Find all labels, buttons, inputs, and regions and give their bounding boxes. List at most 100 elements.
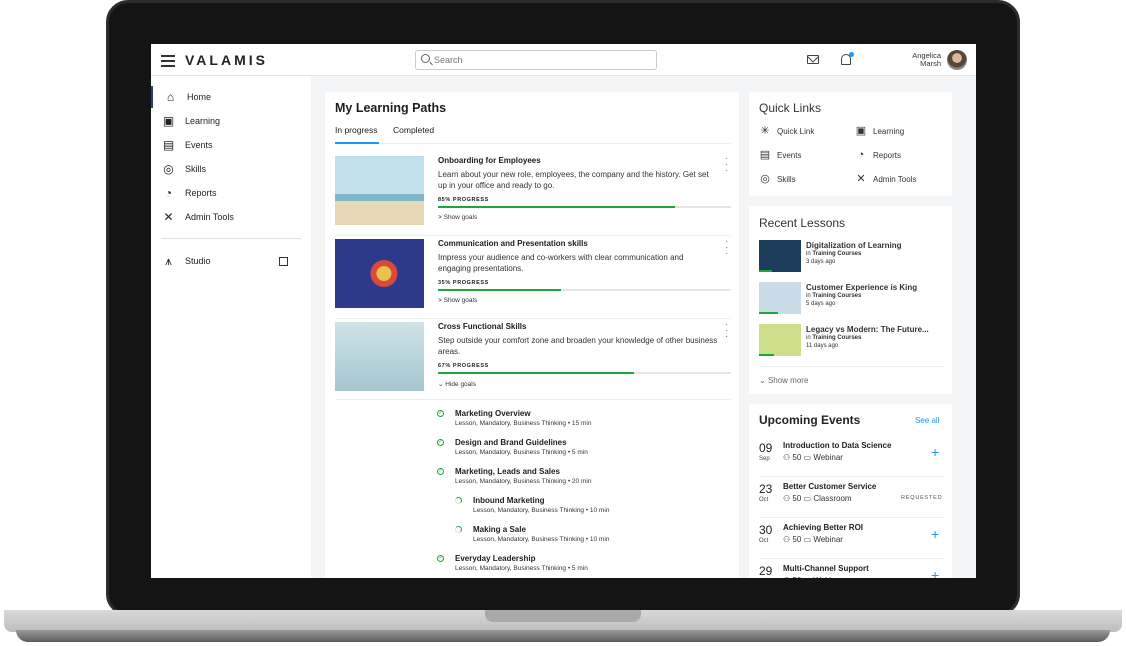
target-icon: ◎ [760,173,770,185]
mail-icon[interactable] [807,55,819,64]
sidebar-item-admin-tools[interactable]: ✕ Admin Tools [151,206,311,228]
learning-path-item[interactable]: Onboarding for Employees Learn about your… [335,154,731,234]
goal-title[interactable]: Design and Brand Guidelines [455,438,567,447]
search-icon [421,54,430,63]
sidebar-item-label: Events [185,140,213,150]
sidebar-item-studio[interactable]: ⩚ Studio [151,250,311,272]
tab-completed[interactable]: Completed [393,125,434,135]
lesson-progress [759,354,774,356]
goal-title[interactable]: Marketing, Leads and Sales [455,467,560,476]
divider [335,318,731,319]
lesson-progress [759,270,772,272]
goals-toggle[interactable]: ⌄ Hide goals [438,380,476,388]
recent-lesson-item[interactable]: Digitalization of Learning in Training Co… [759,240,944,274]
event-item[interactable]: 30 Oct Achieving Better ROI ⚇ 50 ▭ Webinar + [759,523,945,563]
add-event-button[interactable]: + [931,567,939,578]
lesson-course-prefix: in [806,335,811,341]
learning-path-thumbnail[interactable] [335,239,424,308]
goal-title[interactable]: Everyday Leadership [455,554,535,563]
lesson-title[interactable]: Digitalization of Learning [806,241,902,250]
sidebar-item-skills[interactable]: ◎ Skills [151,158,311,180]
event-item[interactable]: 29NovMulti-Channel Support⚇ 50 ▭ Webinar… [759,564,945,578]
event-month: Sep [759,456,770,462]
event-day: 23 [759,482,773,496]
quick-link-label: Quick Link [777,126,815,136]
recent-lesson-item[interactable]: Customer Experience is King in Training C… [759,282,944,316]
avatar[interactable] [947,50,967,70]
learning-path-item[interactable]: Cross Functional Skills Step outside your… [335,320,731,400]
user-name[interactable]: Angelica Marsh [891,52,941,68]
event-item[interactable]: 23 Oct Better Customer Service ⚇ 50 ▭ Class… [759,482,945,522]
lesson-thumbnail[interactable] [759,240,801,272]
tools-icon: ✕ [856,173,866,185]
goals-toggle[interactable]: > Show goals [438,214,477,221]
event-title[interactable]: Achieving Better ROI [783,523,863,532]
lesson-title[interactable]: Legacy vs Modern: The Future... [806,325,929,334]
event-type: Webinar [813,453,843,462]
quick-link-skills[interactable]: ◎ Skills [759,173,795,185]
studio-icon: ⩚ [165,253,172,268]
event-title[interactable]: Introduction to Data Science [783,441,891,450]
learning-path-title[interactable]: Communication and Presentation skills [438,239,588,248]
sidebar-item-home[interactable]: ⌂ Home [151,86,311,108]
sidebar-item-label: Admin Tools [185,212,234,222]
app-logo[interactable]: VALAMIS [185,52,268,68]
goal-title[interactable]: Making a Sale [473,525,526,534]
see-all-link[interactable]: See all [915,416,939,425]
quick-link-events[interactable]: ▤ Events [759,149,802,161]
external-link-icon[interactable] [279,256,288,266]
tabs-divider [335,143,731,144]
sidebar: ⌂ Home ▣ Learning ▤ Events ◎ Skills ◔ Reports ✕ Adm… [151,76,311,578]
event-title[interactable]: Multi-Channel Support [783,564,869,573]
sidebar-item-learning[interactable]: ▣ Learning [151,110,311,132]
goal-meta: Lesson, Mandatory, Business Thinking • 1… [455,420,592,427]
add-event-button[interactable]: + [931,526,939,542]
quick-link-quick-link[interactable]: ✳ Quick Link [759,125,814,137]
learning-path-title[interactable]: Onboarding for Employees [438,156,541,165]
event-type: Webinar [813,535,843,544]
lesson-title[interactable]: Customer Experience is King [806,283,917,292]
search-box[interactable] [415,50,657,70]
event-day: 29 [759,564,773,578]
sidebar-item-events[interactable]: ▤ Events [151,134,311,156]
learning-paths-card: My Learning Paths In progress Completed … [325,92,739,578]
show-more-label: Show more [767,376,809,385]
search-input[interactable] [434,53,654,67]
learning-path-item[interactable]: Communication and Presentation skills Imp… [335,237,731,317]
recent-lesson-item[interactable]: Legacy vs Modern: The Future... in Traini… [759,324,944,358]
lesson-date: 11 days ago [806,343,839,349]
more-options-icon[interactable]: · · · [725,320,728,342]
goal-title[interactable]: Marketing Overview [455,409,531,418]
quick-link-reports[interactable]: ◔ Reports [855,149,901,161]
add-event-button[interactable]: + [931,444,939,460]
event-seats: 50 [792,453,802,462]
goal-title[interactable]: Inbound Marketing [473,496,545,505]
quick-link-admin-tools[interactable]: ✕ Admin Tools [855,173,916,185]
sidebar-item-label: Studio [185,256,211,266]
menu-icon[interactable] [161,52,175,68]
chevron-down-icon: ⌄ [759,376,768,385]
quick-link-learning[interactable]: ▣ Learning [855,125,904,137]
divider [759,558,945,559]
goal-meta: Lesson, Mandatory, Business Thinking • 2… [455,478,592,485]
goals-toggle-label: Hide goals [445,381,476,388]
show-more-button[interactable]: ⌄ Show more [759,376,808,385]
learning-path-thumbnail[interactable] [335,322,424,391]
event-month: Oct [759,538,769,544]
quick-link-label: Learning [873,126,905,136]
tab-in-progress[interactable]: In progress [335,125,378,135]
goals-toggle[interactable]: > Show goals [438,297,477,304]
event-title[interactable]: Better Customer Service [783,482,876,491]
progress-label: 85% PROGRESS [438,197,489,203]
progress-label: 67% PROGRESS [438,363,489,369]
learning-path-thumbnail[interactable] [335,156,424,225]
lesson-thumbnail[interactable] [759,282,801,314]
learning-path-title[interactable]: Cross Functional Skills [438,322,526,331]
progress-bar [438,372,731,374]
lesson-thumbnail[interactable] [759,324,801,356]
more-options-icon[interactable]: · · · [725,154,728,176]
event-item[interactable]: 09 Sep Introduction to Data Science ⚇ 50 ▭ … [759,441,945,481]
event-type: Webinar [813,576,843,578]
more-options-icon[interactable]: · · · [725,237,728,259]
sidebar-item-reports[interactable]: ◔ Reports [151,182,311,204]
